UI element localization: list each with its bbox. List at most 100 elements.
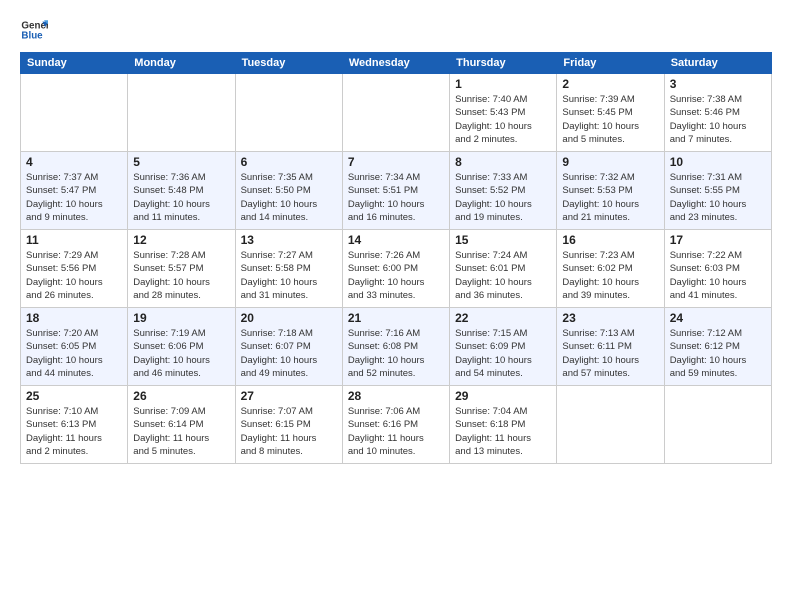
day-number: 29: [455, 389, 551, 403]
day-number: 5: [133, 155, 229, 169]
calendar-cell: [557, 386, 664, 464]
column-header-friday: Friday: [557, 53, 664, 74]
day-number: 1: [455, 77, 551, 91]
calendar-cell: 11 Sunrise: 7:29 AM Sunset: 5:56 PM Dayli…: [21, 230, 128, 308]
logo: General Blue: [20, 16, 48, 44]
day-info: Sunrise: 7:26 AM Sunset: 6:00 PM Dayligh…: [348, 249, 444, 302]
day-info: Sunrise: 7:24 AM Sunset: 6:01 PM Dayligh…: [455, 249, 551, 302]
calendar-cell: 4 Sunrise: 7:37 AM Sunset: 5:47 PM Daylig…: [21, 152, 128, 230]
day-number: 23: [562, 311, 658, 325]
calendar-cell: [235, 74, 342, 152]
calendar-cell: 18Sunrise: 7:20 AM Sunset: 6:05 PM Dayli…: [21, 308, 128, 386]
day-info: Sunrise: 7:29 AM Sunset: 5:56 PM Dayligh…: [26, 249, 122, 302]
logo-icon: General Blue: [20, 16, 48, 44]
calendar-week-2: 4 Sunrise: 7:37 AM Sunset: 5:47 PM Daylig…: [21, 152, 772, 230]
day-number: 8: [455, 155, 551, 169]
calendar-cell: 23 Sunrise: 7:13 AM Sunset: 6:11 PM Dayli…: [557, 308, 664, 386]
calendar-cell: 3Sunrise: 7:38 AM Sunset: 5:46 PM Daylig…: [664, 74, 771, 152]
calendar-table: SundayMondayTuesdayWednesdayThursdayFrid…: [20, 52, 772, 464]
calendar-cell: 15 Sunrise: 7:24 AM Sunset: 6:01 PM Dayli…: [450, 230, 557, 308]
calendar-cell: 28 Sunrise: 7:06 AM Sunset: 6:16 PM Dayli…: [342, 386, 449, 464]
calendar-cell: 16Sunrise: 7:23 AM Sunset: 6:02 PM Dayli…: [557, 230, 664, 308]
calendar-cell: 13 Sunrise: 7:27 AM Sunset: 5:58 PM Dayli…: [235, 230, 342, 308]
calendar-cell: 19Sunrise: 7:19 AM Sunset: 6:06 PM Dayli…: [128, 308, 235, 386]
day-number: 25: [26, 389, 122, 403]
day-info: Sunrise: 7:07 AM Sunset: 6:15 PM Dayligh…: [241, 405, 337, 458]
calendar-cell: 29 Sunrise: 7:04 AM Sunset: 6:18 PM Dayli…: [450, 386, 557, 464]
column-header-wednesday: Wednesday: [342, 53, 449, 74]
day-number: 19: [133, 311, 229, 325]
calendar-cell: 6Sunrise: 7:35 AM Sunset: 5:50 PM Daylig…: [235, 152, 342, 230]
calendar-cell: [128, 74, 235, 152]
day-info: Sunrise: 7:15 AM Sunset: 6:09 PM Dayligh…: [455, 327, 551, 380]
day-number: 12: [133, 233, 229, 247]
day-info: Sunrise: 7:38 AM Sunset: 5:46 PM Dayligh…: [670, 93, 766, 146]
day-info: Sunrise: 7:23 AM Sunset: 6:02 PM Dayligh…: [562, 249, 658, 302]
day-info: Sunrise: 7:31 AM Sunset: 5:55 PM Dayligh…: [670, 171, 766, 224]
column-header-sunday: Sunday: [21, 53, 128, 74]
day-number: 10: [670, 155, 766, 169]
calendar-cell: 22 Sunrise: 7:15 AM Sunset: 6:09 PM Dayli…: [450, 308, 557, 386]
header: General Blue: [20, 16, 772, 44]
column-header-saturday: Saturday: [664, 53, 771, 74]
calendar-cell: 12 Sunrise: 7:28 AM Sunset: 5:57 PM Dayli…: [128, 230, 235, 308]
day-info: Sunrise: 7:27 AM Sunset: 5:58 PM Dayligh…: [241, 249, 337, 302]
day-info: Sunrise: 7:06 AM Sunset: 6:16 PM Dayligh…: [348, 405, 444, 458]
calendar-cell: 1 Sunrise: 7:40 AM Sunset: 5:43 PM Daylig…: [450, 74, 557, 152]
day-info: Sunrise: 7:36 AM Sunset: 5:48 PM Dayligh…: [133, 171, 229, 224]
day-number: 14: [348, 233, 444, 247]
day-number: 18: [26, 311, 122, 325]
day-info: Sunrise: 7:12 AM Sunset: 6:12 PM Dayligh…: [670, 327, 766, 380]
day-info: Sunrise: 7:37 AM Sunset: 5:47 PM Dayligh…: [26, 171, 122, 224]
calendar-cell: [342, 74, 449, 152]
day-info: Sunrise: 7:40 AM Sunset: 5:43 PM Dayligh…: [455, 93, 551, 146]
column-header-monday: Monday: [128, 53, 235, 74]
calendar-cell: 24 Sunrise: 7:12 AM Sunset: 6:12 PM Dayli…: [664, 308, 771, 386]
day-info: Sunrise: 7:18 AM Sunset: 6:07 PM Dayligh…: [241, 327, 337, 380]
calendar-week-3: 11 Sunrise: 7:29 AM Sunset: 5:56 PM Dayli…: [21, 230, 772, 308]
calendar-cell: 2 Sunrise: 7:39 AM Sunset: 5:45 PM Daylig…: [557, 74, 664, 152]
day-number: 11: [26, 233, 122, 247]
calendar-cell: [664, 386, 771, 464]
calendar-week-5: 25 Sunrise: 7:10 AM Sunset: 6:13 PM Dayli…: [21, 386, 772, 464]
day-info: Sunrise: 7:34 AM Sunset: 5:51 PM Dayligh…: [348, 171, 444, 224]
calendar-cell: 26 Sunrise: 7:09 AM Sunset: 6:14 PM Dayli…: [128, 386, 235, 464]
column-header-tuesday: Tuesday: [235, 53, 342, 74]
day-number: 9: [562, 155, 658, 169]
page: General Blue SundayMondayTuesdayWednesda…: [0, 0, 792, 612]
day-number: 7: [348, 155, 444, 169]
day-info: Sunrise: 7:28 AM Sunset: 5:57 PM Dayligh…: [133, 249, 229, 302]
calendar-week-1: 1 Sunrise: 7:40 AM Sunset: 5:43 PM Daylig…: [21, 74, 772, 152]
calendar-cell: 9 Sunrise: 7:32 AM Sunset: 5:53 PM Daylig…: [557, 152, 664, 230]
day-number: 15: [455, 233, 551, 247]
day-info: Sunrise: 7:22 AM Sunset: 6:03 PM Dayligh…: [670, 249, 766, 302]
calendar-cell: 10 Sunrise: 7:31 AM Sunset: 5:55 PM Dayli…: [664, 152, 771, 230]
day-number: 2: [562, 77, 658, 91]
day-info: Sunrise: 7:10 AM Sunset: 6:13 PM Dayligh…: [26, 405, 122, 458]
day-number: 24: [670, 311, 766, 325]
day-info: Sunrise: 7:13 AM Sunset: 6:11 PM Dayligh…: [562, 327, 658, 380]
day-number: 22: [455, 311, 551, 325]
calendar-cell: 27 Sunrise: 7:07 AM Sunset: 6:15 PM Dayli…: [235, 386, 342, 464]
day-number: 27: [241, 389, 337, 403]
column-header-thursday: Thursday: [450, 53, 557, 74]
day-info: Sunrise: 7:33 AM Sunset: 5:52 PM Dayligh…: [455, 171, 551, 224]
day-number: 26: [133, 389, 229, 403]
calendar-week-4: 18Sunrise: 7:20 AM Sunset: 6:05 PM Dayli…: [21, 308, 772, 386]
day-info: Sunrise: 7:04 AM Sunset: 6:18 PM Dayligh…: [455, 405, 551, 458]
day-number: 13: [241, 233, 337, 247]
calendar-cell: 17 Sunrise: 7:22 AM Sunset: 6:03 PM Dayli…: [664, 230, 771, 308]
calendar-header-row: SundayMondayTuesdayWednesdayThursdayFrid…: [21, 53, 772, 74]
svg-text:Blue: Blue: [21, 30, 43, 41]
day-info: Sunrise: 7:32 AM Sunset: 5:53 PM Dayligh…: [562, 171, 658, 224]
day-info: Sunrise: 7:09 AM Sunset: 6:14 PM Dayligh…: [133, 405, 229, 458]
day-info: Sunrise: 7:39 AM Sunset: 5:45 PM Dayligh…: [562, 93, 658, 146]
day-info: Sunrise: 7:16 AM Sunset: 6:08 PM Dayligh…: [348, 327, 444, 380]
day-number: 4: [26, 155, 122, 169]
day-number: 17: [670, 233, 766, 247]
day-number: 28: [348, 389, 444, 403]
day-number: 20: [241, 311, 337, 325]
calendar-cell: 21 Sunrise: 7:16 AM Sunset: 6:08 PM Dayli…: [342, 308, 449, 386]
day-number: 21: [348, 311, 444, 325]
calendar-cell: 8 Sunrise: 7:33 AM Sunset: 5:52 PM Daylig…: [450, 152, 557, 230]
